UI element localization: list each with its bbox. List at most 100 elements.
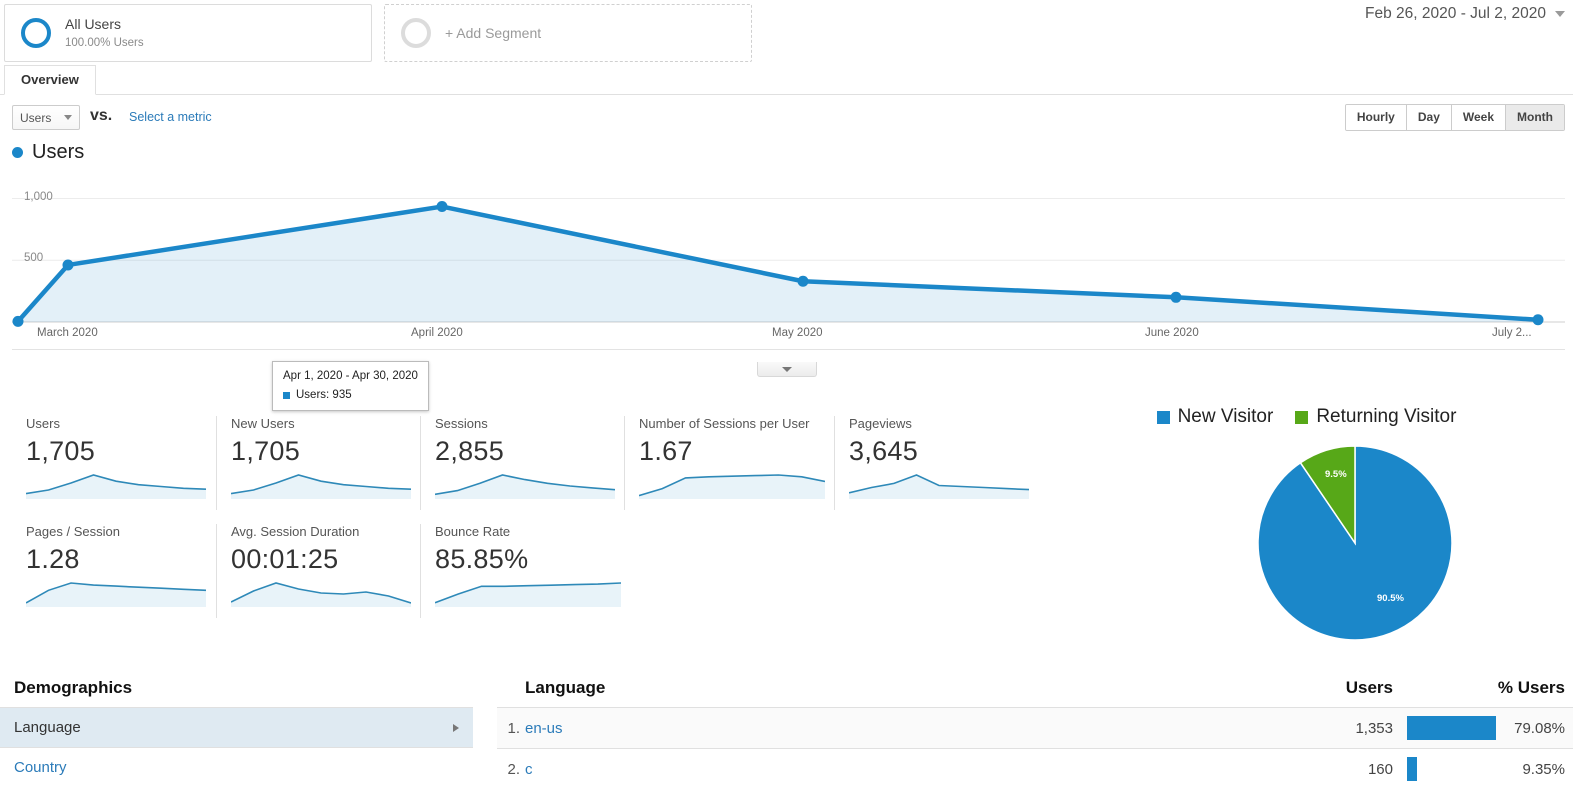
- row-users-value: 1,353: [1355, 719, 1393, 737]
- metric-card[interactable]: Pages / Session 1.28: [12, 524, 206, 618]
- pie-slice-label-new: 90.5%: [1377, 593, 1404, 604]
- tooltip-date-range: Apr 1, 2020 - Apr 30, 2020: [283, 370, 418, 382]
- pie-legend-label-new: New Visitor: [1177, 406, 1274, 427]
- metric-card[interactable]: Bounce Rate 85.85%: [420, 524, 621, 618]
- metric-row-secondary: Pages / Session 1.28 Avg. Session Duratio…: [0, 500, 1040, 618]
- demographics-title: Demographics: [14, 678, 133, 697]
- pie-legend-item-returning-visitor[interactable]: Returning Visitor: [1295, 406, 1456, 428]
- granularity-week[interactable]: Week: [1451, 105, 1507, 130]
- segment-all-users[interactable]: All Users 100.00% Users: [4, 4, 372, 62]
- demographics-list: Demographics Language Country: [0, 678, 473, 787]
- column-header-pct-users: % Users: [1497, 678, 1565, 697]
- pie-legend: New Visitor Returning Visitor: [1040, 406, 1573, 428]
- vs-label: vs.: [90, 107, 113, 124]
- metric-card-label: Avg. Session Duration: [231, 524, 360, 539]
- metric-card[interactable]: Avg. Session Duration 00:01:25: [216, 524, 411, 618]
- metric-card[interactable]: New Users 1,705: [216, 416, 411, 510]
- segment-all-users-subtitle: 100.00% Users: [65, 36, 144, 49]
- row-rank: 1.: [507, 719, 520, 737]
- metric-sparkline: [435, 473, 615, 499]
- metric-card-label: Sessions: [435, 416, 488, 431]
- date-range-selector[interactable]: Feb 26, 2020 - Jul 2, 2020: [1365, 5, 1565, 23]
- chart-expand-handle[interactable]: [757, 362, 817, 377]
- row-language-name[interactable]: en-us: [525, 720, 563, 737]
- pie-graphic[interactable]: 90.5% 9.5%: [1257, 445, 1453, 641]
- column-header-users: Users: [1345, 678, 1393, 697]
- metric-sparkline: [26, 473, 206, 499]
- metric-card-label: Users: [26, 416, 60, 431]
- metric-card-value: 1,705: [231, 436, 301, 466]
- legend-dot-icon: [12, 147, 23, 158]
- row-pct-cell: 79.08%: [1393, 716, 1573, 740]
- add-segment-label: + Add Segment: [445, 25, 542, 41]
- x-axis-tick-3: June 2020: [1145, 327, 1199, 339]
- demographics-item-country[interactable]: Country: [0, 747, 473, 787]
- x-axis-labels: March 2020 April 2020 May 2020 June 2020 Jul…: [0, 327, 1573, 345]
- add-segment-ring-icon: [401, 18, 431, 48]
- table-row[interactable]: 1. en-us 1,353 79.08%: [497, 707, 1573, 748]
- tab-overview[interactable]: Overview: [4, 65, 96, 95]
- chart-control-row: Users vs. Select a metric Hourly Day Wee…: [0, 95, 1573, 139]
- row-pct-bar: [1407, 757, 1417, 781]
- row-pct-value: 9.35%: [1522, 760, 1565, 778]
- x-axis-tick-0: March 2020: [37, 327, 98, 339]
- granularity-month[interactable]: Month: [1506, 105, 1564, 130]
- pie-slice-label-returning: 9.5%: [1325, 469, 1347, 480]
- metric-sparkline: [849, 473, 1029, 499]
- granularity-day[interactable]: Day: [1406, 105, 1452, 130]
- date-range-value: Feb 26, 2020 - Jul 2, 2020: [1365, 5, 1546, 22]
- metric-sparkline: [639, 473, 825, 499]
- chevron-right-icon: [453, 723, 459, 732]
- metric-card[interactable]: Sessions 2,855: [420, 416, 615, 510]
- pie-svg: [1257, 445, 1453, 641]
- tab-strip: Overview: [0, 65, 1573, 95]
- select-metric-link[interactable]: Select a metric: [129, 110, 212, 124]
- demographics-item-language[interactable]: Language: [0, 707, 473, 747]
- language-table-body: 1. en-us 1,353 79.08% 2. c 160 9.35%: [497, 707, 1573, 789]
- row-rank: 2.: [507, 760, 520, 778]
- pie-legend-label-returning: Returning Visitor: [1316, 406, 1457, 427]
- x-axis-tick-1: April 2020: [411, 327, 463, 339]
- row-users-value: 160: [1367, 760, 1393, 778]
- metric-card-value: 00:01:25: [231, 544, 339, 574]
- granularity-hourly[interactable]: Hourly: [1345, 105, 1407, 130]
- metric-card[interactable]: Pageviews 3,645: [834, 416, 1029, 510]
- metric-card-label: Bounce Rate: [435, 524, 511, 539]
- demographics-section: Demographics Language Country Language U…: [0, 678, 1573, 789]
- metrics-summary-area: Users 1,705 New Users 1,705 Sessions 2,855 …: [0, 392, 1040, 642]
- chart-tooltip: Apr 1, 2020 - Apr 30, 2020 Users: 935: [272, 361, 429, 412]
- language-table-header: Language Users % Users: [497, 678, 1573, 707]
- metric-card[interactable]: Users 1,705: [12, 416, 206, 510]
- row-pct-cell: 9.35%: [1393, 757, 1573, 781]
- chart-plot-area[interactable]: [0, 175, 1573, 327]
- chevron-down-icon: [782, 366, 792, 372]
- metric-card-value: 2,855: [435, 436, 505, 466]
- metric-card-label: Pageviews: [849, 416, 912, 431]
- visitor-type-pie-chart: New Visitor Returning Visitor 90.5% 9.5%: [1040, 392, 1573, 642]
- primary-metric-dropdown[interactable]: Users: [12, 105, 80, 130]
- column-header-language: Language: [525, 678, 606, 697]
- y-axis-tick-1000: 1,000: [24, 190, 53, 203]
- pie-legend-item-new-visitor[interactable]: New Visitor: [1156, 406, 1274, 428]
- language-table: Language Users % Users 1. en-us 1,353 79.08…: [497, 678, 1573, 789]
- y-axis-tick-500: 500: [24, 252, 44, 265]
- metric-card-value: 1.67: [639, 436, 693, 466]
- users-overview-chart: Users 1,000 500 March 2020 April 2020 May …: [0, 139, 1573, 412]
- add-segment-button[interactable]: + Add Segment: [384, 4, 752, 62]
- metric-row-primary: Users 1,705 New Users 1,705 Sessions 2,855 …: [0, 392, 1040, 510]
- row-pct-value: 79.08%: [1514, 719, 1565, 737]
- table-row[interactable]: 2. c 160 9.35%: [497, 748, 1573, 789]
- chart-bottom-divider: [12, 349, 1565, 350]
- metric-card-value: 1,705: [26, 436, 96, 466]
- demographics-item-language-label: Language: [14, 719, 81, 736]
- metric-card[interactable]: Number of Sessions per User 1.67: [624, 416, 825, 510]
- x-axis-tick-4: July 2...: [1492, 327, 1532, 339]
- primary-metric-label: Users: [20, 110, 52, 125]
- pie-legend-swatch-new: [1156, 410, 1170, 424]
- pie-legend-swatch-returning: [1295, 410, 1309, 424]
- chevron-down-icon: [1555, 11, 1565, 17]
- granularity-button-group: Hourly Day Week Month: [1344, 104, 1565, 131]
- metric-sparkline: [231, 581, 411, 607]
- metric-card-label: Number of Sessions per User: [639, 416, 810, 431]
- row-language-name[interactable]: c: [525, 761, 533, 778]
